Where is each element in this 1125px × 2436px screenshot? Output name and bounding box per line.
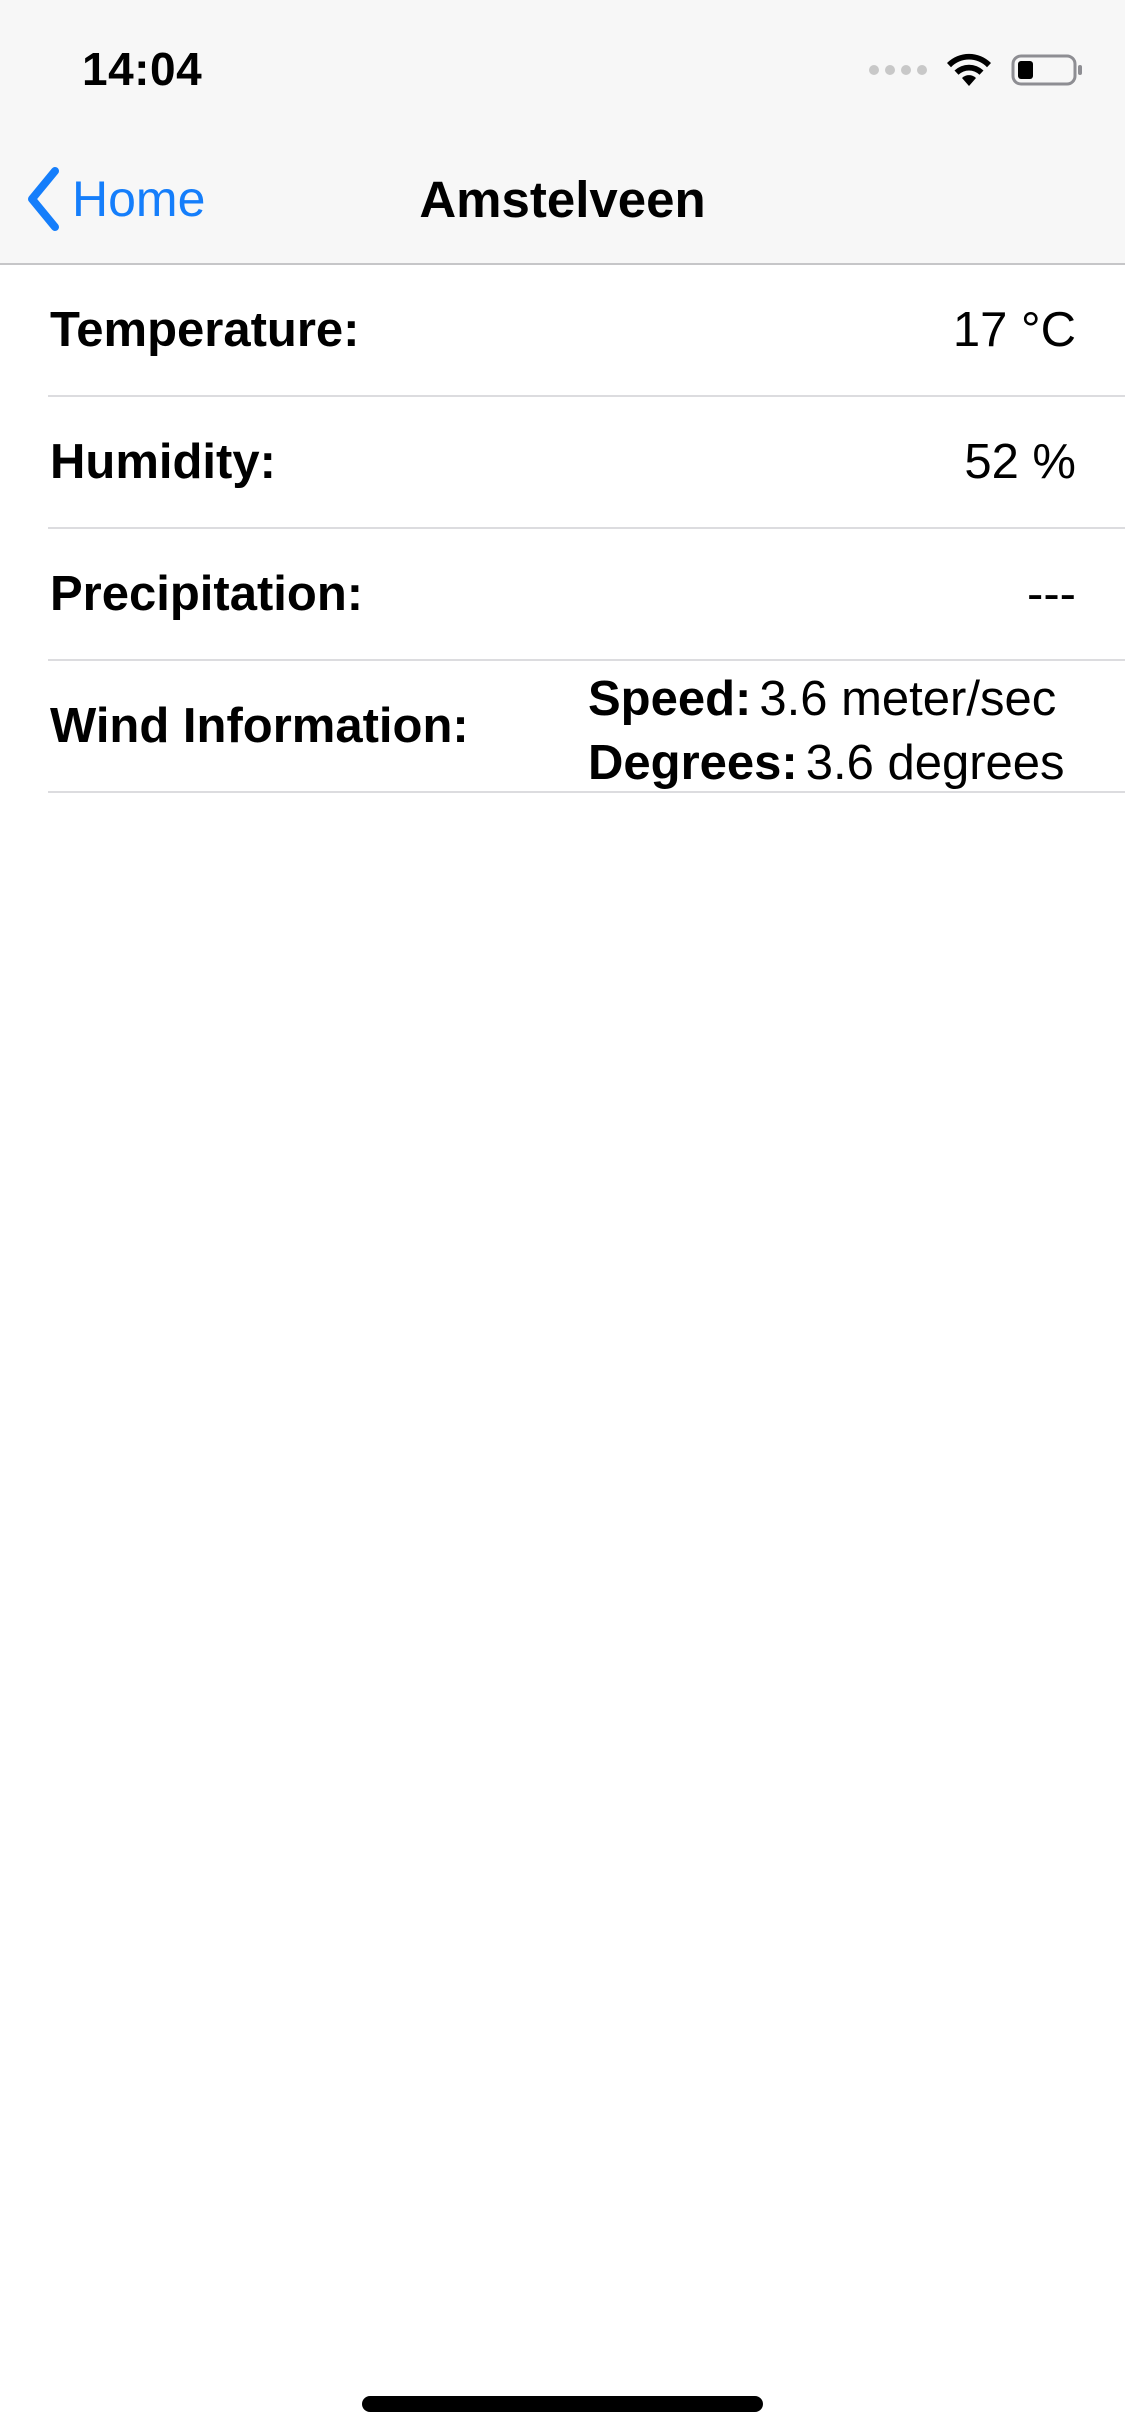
status-time: 14:04 xyxy=(82,43,203,95)
temperature-value: 17 °C xyxy=(952,303,1076,357)
precipitation-label: Precipitation: xyxy=(50,567,364,621)
wind-speed-value: 3.6 meter/sec xyxy=(759,672,1057,726)
weather-details-table: Temperature: 17 °C Humidity: 52 % Precip… xyxy=(0,265,1125,793)
table-row-wind: Wind Information: Speed: 3.6 meter/sec De… xyxy=(48,661,1125,793)
table-row-temperature: Temperature: 17 °C xyxy=(48,265,1125,397)
battery-icon xyxy=(1011,52,1083,88)
home-indicator[interactable] xyxy=(362,2396,763,2412)
wind-degrees-key: Degrees: xyxy=(588,736,798,790)
top-chrome: 14:04 Home Amstelveen xyxy=(0,0,1125,265)
table-row-humidity: Humidity: 52 % xyxy=(48,397,1125,529)
wind-details: Speed: 3.6 meter/sec Degrees: 3.6 degrees xyxy=(588,667,1076,795)
precipitation-value: --- xyxy=(1027,567,1076,621)
wind-speed-line: Speed: 3.6 meter/sec xyxy=(588,667,1076,731)
wifi-icon xyxy=(945,52,993,88)
back-button[interactable]: Home xyxy=(24,162,205,236)
screen: 14:04 Home Amstelveen Temperature: 17 °C… xyxy=(0,0,1125,2436)
chevron-left-icon xyxy=(24,166,62,232)
signal-dots-icon xyxy=(869,65,927,75)
wind-degrees-line: Degrees: 3.6 degrees xyxy=(588,731,1076,795)
table-row-precipitation: Precipitation: --- xyxy=(48,529,1125,661)
status-icons xyxy=(869,48,1083,92)
wind-label: Wind Information: xyxy=(50,699,469,753)
humidity-value: 52 % xyxy=(964,435,1076,489)
wind-speed-key: Speed: xyxy=(588,672,752,726)
temperature-label: Temperature: xyxy=(50,303,360,357)
back-button-label: Home xyxy=(72,171,206,227)
wind-degrees-value: 3.6 degrees xyxy=(805,736,1065,790)
humidity-label: Humidity: xyxy=(50,435,276,489)
